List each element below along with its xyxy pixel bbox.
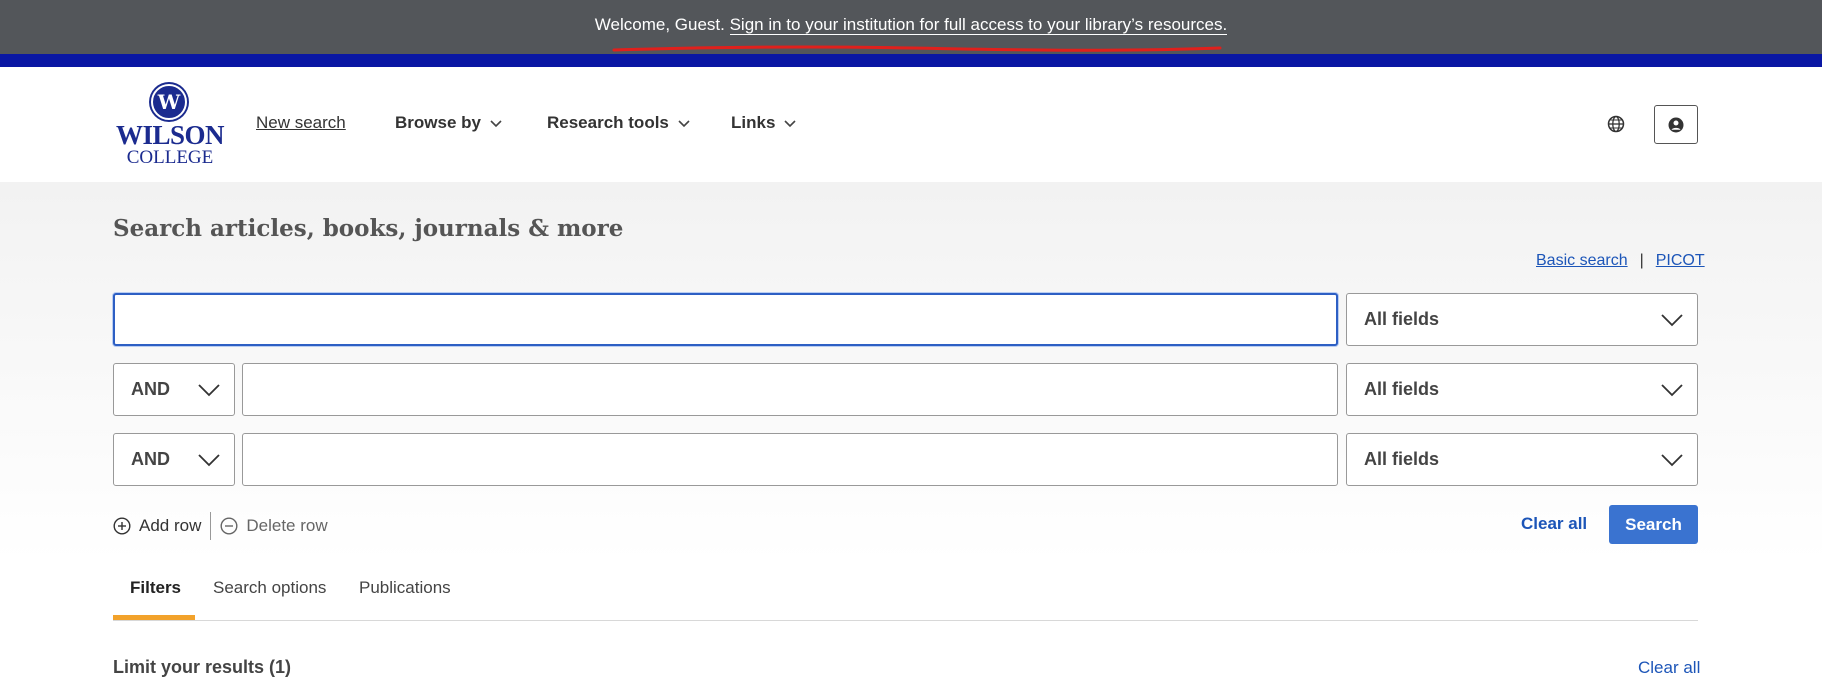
chevron-down-icon [198,383,220,396]
signin-link[interactable]: Sign in to your institution for full acc… [729,15,1228,35]
nav-browse-by[interactable]: Browse by [395,113,503,133]
add-row-label: Add row [139,516,202,535]
delete-row-button[interactable]: Delete row [220,516,328,536]
field-select-row-3[interactable]: All fields [1346,433,1698,486]
search-mode-links: Basic search | PICOT [1536,252,1705,270]
row-actions-divider [210,512,212,540]
nav-browse-by-label: Browse by [395,113,481,132]
wilson-college-logo[interactable]: W WILSON COLLEGE [112,84,228,168]
tab-filters[interactable]: Filters [130,578,181,598]
banner-text: Welcome, Guest. Sign in to your institut… [0,15,1822,35]
operator-select-row-3[interactable]: AND [113,433,235,486]
field-select-row-1-value: All fields [1364,309,1440,329]
logo-seal: W [151,84,187,120]
chevron-down-icon [1661,313,1683,326]
nav-links[interactable]: Links [731,113,797,133]
mode-separator: | [1639,252,1644,269]
plus-circle-icon [113,517,131,535]
search-input-row-3[interactable] [242,433,1338,486]
nav-research-tools[interactable]: Research tools [547,113,691,133]
globe-icon[interactable] [1607,115,1625,133]
banner-welcome: Welcome, Guest. [594,15,725,34]
nav-links-label: Links [731,113,776,132]
nav-new-search[interactable]: New search [256,113,346,133]
limit-results-heading: Limit your results (1) [113,657,292,677]
delete-row-label: Delete row [246,516,328,535]
chevron-down-icon [490,120,502,128]
row-actions: Add row Delete row [113,512,328,540]
chevron-down-icon [198,453,220,466]
field-select-row-1[interactable]: All fields [1346,293,1698,346]
search-button-label: Search [1625,514,1682,534]
field-select-row-2[interactable]: All fields [1346,363,1698,416]
options-tabs: Filters Search options Publications [113,572,1698,621]
picot-link[interactable]: PICOT [1656,252,1705,270]
search-input-row-2[interactable] [242,363,1338,416]
user-circle-icon [1668,117,1684,132]
add-row-button[interactable]: Add row [113,516,201,536]
tab-publications[interactable]: Publications [359,578,451,598]
chevron-down-icon [1661,383,1683,396]
clear-all-filters-link[interactable]: Clear all [1638,658,1700,678]
search-input-row-1[interactable] [113,293,1338,346]
logo-line2: COLLEGE [126,147,214,168]
field-select-row-3-value: All fields [1364,449,1440,469]
account-button[interactable] [1654,105,1698,144]
nav-new-search-label: New search [256,113,346,132]
operator-select-row-2[interactable]: AND [113,363,235,416]
search-button[interactable]: Search [1609,505,1698,544]
accent-bar [0,54,1822,67]
clear-all-button[interactable]: Clear all [1521,514,1587,534]
operator-select-row-2-value: AND [131,379,170,399]
minus-circle-icon [220,517,238,535]
chevron-down-icon [1661,453,1683,466]
red-annotation-underline [612,45,1222,52]
field-select-row-2-value: All fields [1364,379,1440,399]
basic-search-link[interactable]: Basic search [1536,252,1628,270]
page-title: Search articles, books, journals & more [113,215,624,242]
operator-select-row-3-value: AND [131,449,170,469]
chevron-down-icon [678,120,690,128]
nav-research-tools-label: Research tools [547,113,669,132]
logo-line1: WILSON [115,120,225,150]
guest-banner: Welcome, Guest. Sign in to your institut… [0,0,1822,54]
active-tab-indicator [113,615,195,620]
chevron-down-icon [784,120,796,128]
tab-search-options[interactable]: Search options [213,578,326,598]
